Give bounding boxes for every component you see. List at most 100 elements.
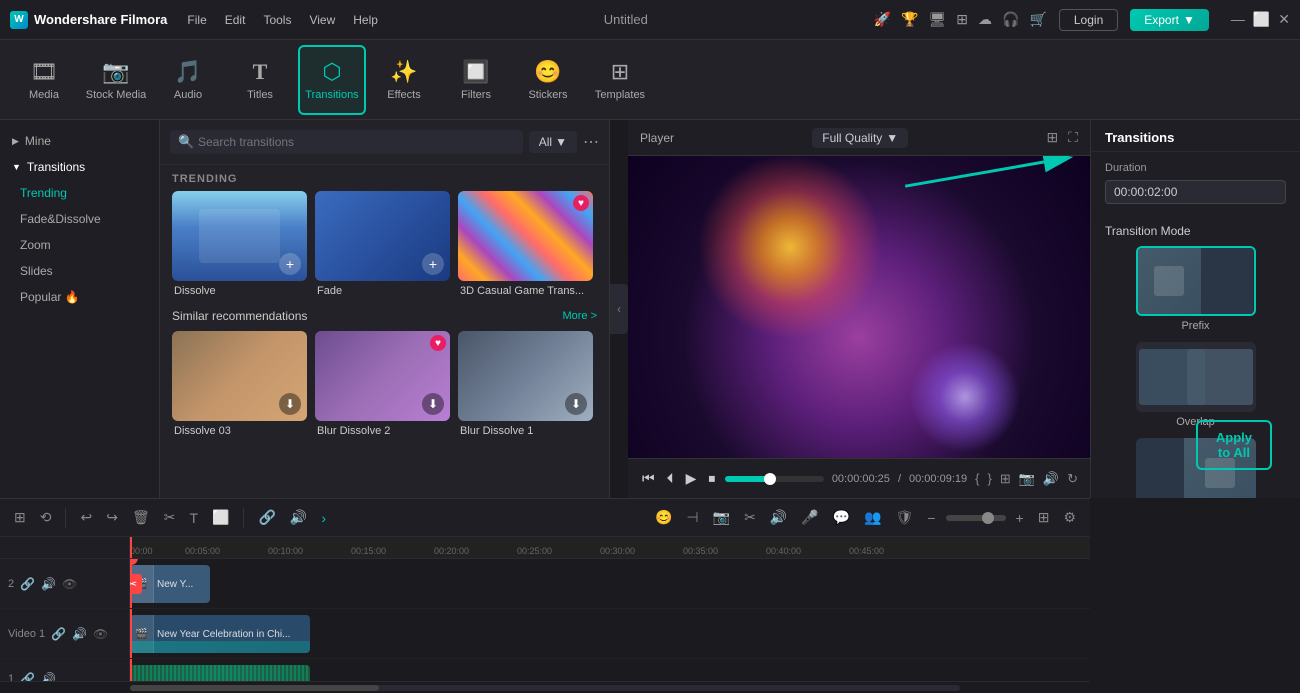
collab-icon[interactable]: 👥: [860, 507, 885, 528]
transition-card-fade[interactable]: + Fade: [315, 191, 450, 297]
tool-stock-media[interactable]: 📷 Stock Media: [82, 45, 150, 115]
undo-icon[interactable]: ↩: [76, 507, 96, 528]
icon-cloud[interactable]: ☁: [978, 11, 992, 28]
zoom-slider[interactable]: [946, 515, 1006, 521]
stop-button[interactable]: ⏹: [706, 468, 717, 489]
icon-grid[interactable]: ⊞: [956, 11, 968, 28]
tool-media[interactable]: 🎞 Media: [10, 45, 78, 115]
tool-templates[interactable]: ⊞ Templates: [586, 45, 654, 115]
menu-help[interactable]: Help: [353, 13, 378, 27]
icon-monitor[interactable]: 🖥: [928, 11, 946, 28]
scrollbar-track[interactable]: [130, 685, 960, 691]
emoji-icon[interactable]: 😊: [651, 507, 676, 528]
maximize-icon[interactable]: ⬜: [1253, 11, 1270, 28]
login-button[interactable]: Login: [1059, 9, 1118, 31]
grid-icon[interactable]: ⊞: [1034, 507, 1054, 528]
sidebar-section-transitions[interactable]: ▼ Transitions: [0, 154, 159, 180]
more-options-button[interactable]: ⋯: [583, 132, 599, 152]
audio-detach-icon[interactable]: 🔊: [286, 507, 311, 528]
apply-all-button[interactable]: Apply to All: [1196, 420, 1272, 470]
transition-card-dissolve03[interactable]: ⬇ Dissolve 03: [172, 331, 307, 437]
sidebar-item-slides[interactable]: Slides: [0, 258, 159, 284]
rotate-icon[interactable]: ↻: [1067, 471, 1078, 487]
add-fade-button[interactable]: +: [422, 253, 444, 275]
scrollbar-thumb[interactable]: [130, 685, 379, 691]
text-icon[interactable]: T: [185, 508, 202, 528]
duration-input[interactable]: [1105, 180, 1286, 204]
mode-option-prefix[interactable]: Prefix: [1105, 246, 1286, 332]
menu-tools[interactable]: Tools: [263, 13, 291, 27]
link-icon[interactable]: 🔗: [254, 507, 279, 528]
all-filter-button[interactable]: All ▼: [529, 131, 577, 153]
clip-split-icon[interactable]: ⊣: [682, 507, 702, 528]
minimize-icon[interactable]: —: [1231, 11, 1245, 28]
camera-icon[interactable]: 📷: [1019, 471, 1035, 487]
play-button[interactable]: ▶: [684, 468, 699, 489]
settings-icon[interactable]: ⚙: [1059, 507, 1080, 528]
export-button[interactable]: Export ▼: [1130, 9, 1209, 31]
zoom-out-icon[interactable]: −: [923, 508, 939, 528]
v1-clip[interactable]: 🎬 New Year Celebration in Chi...: [130, 615, 310, 653]
menu-view[interactable]: View: [309, 13, 335, 27]
camera-capture-icon[interactable]: 📷: [709, 507, 734, 528]
redo-icon[interactable]: ↪: [102, 507, 122, 528]
download-blurdissolve2-icon[interactable]: ⬇: [422, 393, 444, 415]
transition-card-dissolve[interactable]: + Dissolve: [172, 191, 307, 297]
zoom-in-icon[interactable]: +: [1012, 508, 1028, 528]
download-dissolve03-icon[interactable]: ⬇: [279, 393, 301, 415]
marker-icon[interactable]: ⬜: [208, 507, 233, 528]
trim-icon[interactable]: ✂: [740, 507, 760, 528]
progress-handle[interactable]: [764, 473, 776, 485]
track-v1-link-icon[interactable]: 🔗: [51, 627, 66, 641]
a1-clip[interactable]: [130, 665, 310, 681]
voice-record-icon[interactable]: 🎤: [797, 507, 822, 528]
skip-back-button[interactable]: ⏮: [640, 468, 657, 489]
download-blurdissolve1-icon[interactable]: ⬇: [565, 393, 587, 415]
scene-detect-icon[interactable]: ⊞: [10, 507, 30, 528]
step-back-button[interactable]: ⏴: [665, 468, 676, 489]
track-v1-eye-icon[interactable]: 👁: [93, 627, 108, 641]
sidebar-item-zoom[interactable]: Zoom: [0, 232, 159, 258]
tool-stickers[interactable]: 😊 Stickers: [514, 45, 582, 115]
volume-icon[interactable]: 🔊: [1043, 471, 1059, 487]
icon-award[interactable]: 🏆: [901, 11, 918, 28]
out-point-icon[interactable]: }: [987, 471, 991, 487]
transition-card-blurdissolve2[interactable]: ♥ ⬇ Blur Dissolve 2: [315, 331, 450, 437]
collapse-panel-button[interactable]: ‹: [610, 284, 628, 334]
more-link[interactable]: More >: [562, 310, 597, 322]
close-icon[interactable]: ✕: [1278, 11, 1290, 28]
zoom-handle[interactable]: [982, 512, 994, 524]
menu-file[interactable]: File: [187, 13, 206, 27]
in-point-icon[interactable]: {: [975, 471, 979, 487]
shield-icon[interactable]: 🛡: [892, 507, 918, 528]
cut-icon[interactable]: ✂: [160, 507, 180, 528]
icon-headphones[interactable]: 🎧: [1002, 11, 1019, 28]
tool-filters[interactable]: 🔲 Filters: [442, 45, 510, 115]
sidebar-section-mine[interactable]: ▶ Mine: [0, 128, 159, 154]
tool-transitions[interactable]: ⬡ Transitions: [298, 45, 366, 115]
menu-edit[interactable]: Edit: [225, 13, 246, 27]
transition-card-blurdissolve1[interactable]: ⬇ Blur Dissolve 1: [458, 331, 593, 437]
subtitle-icon[interactable]: 💬: [829, 507, 854, 528]
search-input[interactable]: [170, 130, 523, 154]
sidebar-item-fade-dissolve[interactable]: Fade&Dissolve: [0, 206, 159, 232]
icon-shop[interactable]: 🛒: [1029, 11, 1046, 28]
sidebar-item-trending[interactable]: Trending: [0, 180, 159, 206]
track-a1-audio-icon[interactable]: 🔊: [41, 672, 56, 682]
track-v2-audio-icon[interactable]: 🔊: [41, 577, 56, 591]
track-a1-link-icon[interactable]: 🔗: [20, 672, 35, 682]
add-dissolve-button[interactable]: +: [279, 253, 301, 275]
mode-option-overlap[interactable]: Overlap: [1105, 342, 1286, 428]
track-v1-audio-icon[interactable]: 🔊: [72, 627, 87, 641]
progress-bar[interactable]: [725, 476, 823, 482]
ripple-edit-icon[interactable]: ⟲: [36, 507, 56, 528]
v2-clip[interactable]: 🎬 New Y...: [130, 565, 210, 603]
add-to-timeline-icon[interactable]: ⊞: [1000, 471, 1011, 487]
tool-effects[interactable]: ✨ Effects: [370, 45, 438, 115]
icon-rocket[interactable]: 🚀: [874, 11, 891, 28]
audio-keyframe-icon[interactable]: 🔊: [766, 507, 791, 528]
grid-view-icon[interactable]: ⊞: [1046, 129, 1058, 146]
timeline-scrollbar[interactable]: [0, 681, 1090, 693]
quality-button[interactable]: Full Quality ▼: [812, 128, 908, 148]
tool-audio[interactable]: 🎵 Audio: [154, 45, 222, 115]
